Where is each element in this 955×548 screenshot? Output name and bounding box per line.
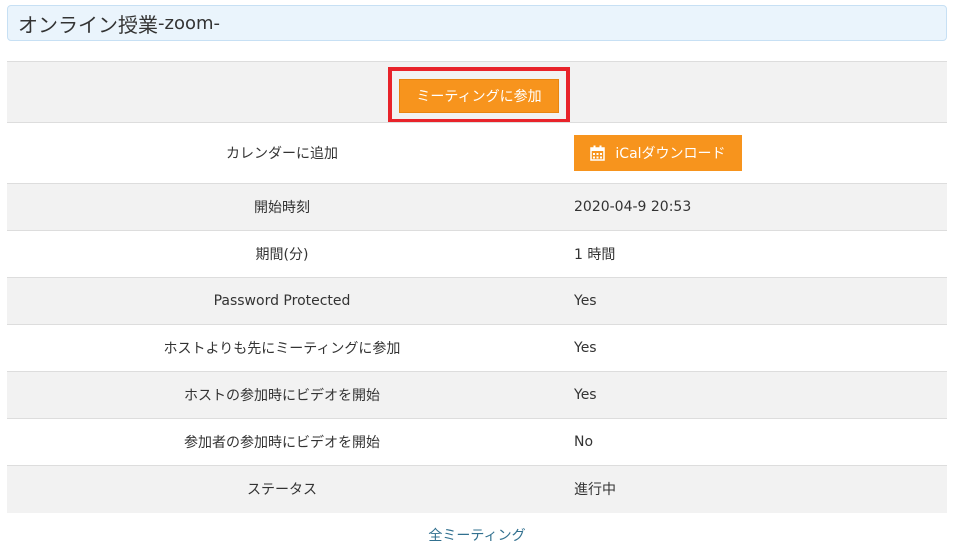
add-to-calendar-cell: iCalダウンロード [557,122,947,184]
table-row: 期間(分) 1 時間 [7,230,947,278]
table-row: カレンダーに追加 iCalダウンロード [7,122,947,184]
join-meeting-button[interactable]: ミーティングに参加 [399,79,559,113]
host-video-value: Yes [557,371,947,419]
table-row: 参加者の参加時にビデオを開始 No [7,418,947,466]
page-title-main: オンライン授業 [18,12,158,37]
participant-video-label: 参加者の参加時にビデオを開始 [7,418,557,466]
password-protected-label: Password Protected [7,277,557,325]
page-title-suffix: -zoom- [158,12,220,34]
participant-video-value: No [557,418,947,466]
all-meetings-link[interactable]: 全ミーティング [7,525,947,545]
ical-download-label: iCalダウンロード [615,146,726,162]
join-button-highlight-frame: ミーティングに参加 [388,67,570,123]
status-label: ステータス [7,465,557,513]
ical-download-button[interactable]: iCalダウンロード [574,135,742,171]
table-row: 開始時刻 2020-04-9 20:53 [7,183,947,231]
host-video-label: ホストの参加時にビデオを開始 [7,371,557,419]
meeting-details-table: カレンダーに追加 iCalダウンロード 開始時刻 2020-04-9 20:53… [7,122,947,513]
table-row: ホストよりも先にミーティングに参加 Yes [7,324,947,372]
table-row: ホストの参加時にビデオを開始 Yes [7,371,947,419]
page-title: オンライン授業 -zoom- [7,5,947,41]
duration-value: 1 時間 [557,230,947,278]
duration-label: 期間(分) [7,230,557,278]
status-value: 進行中 [557,465,947,513]
password-protected-value: Yes [557,277,947,325]
table-row: ステータス 進行中 [7,465,947,513]
calendar-icon [590,145,606,161]
start-time-label: 開始時刻 [7,183,557,231]
join-before-host-value: Yes [557,324,947,372]
add-to-calendar-label: カレンダーに追加 [7,122,557,184]
start-time-value: 2020-04-9 20:53 [557,183,947,231]
table-row: Password Protected Yes [7,277,947,325]
join-before-host-label: ホストよりも先にミーティングに参加 [7,324,557,372]
join-meeting-row: ミーティングに参加 [7,61,947,123]
